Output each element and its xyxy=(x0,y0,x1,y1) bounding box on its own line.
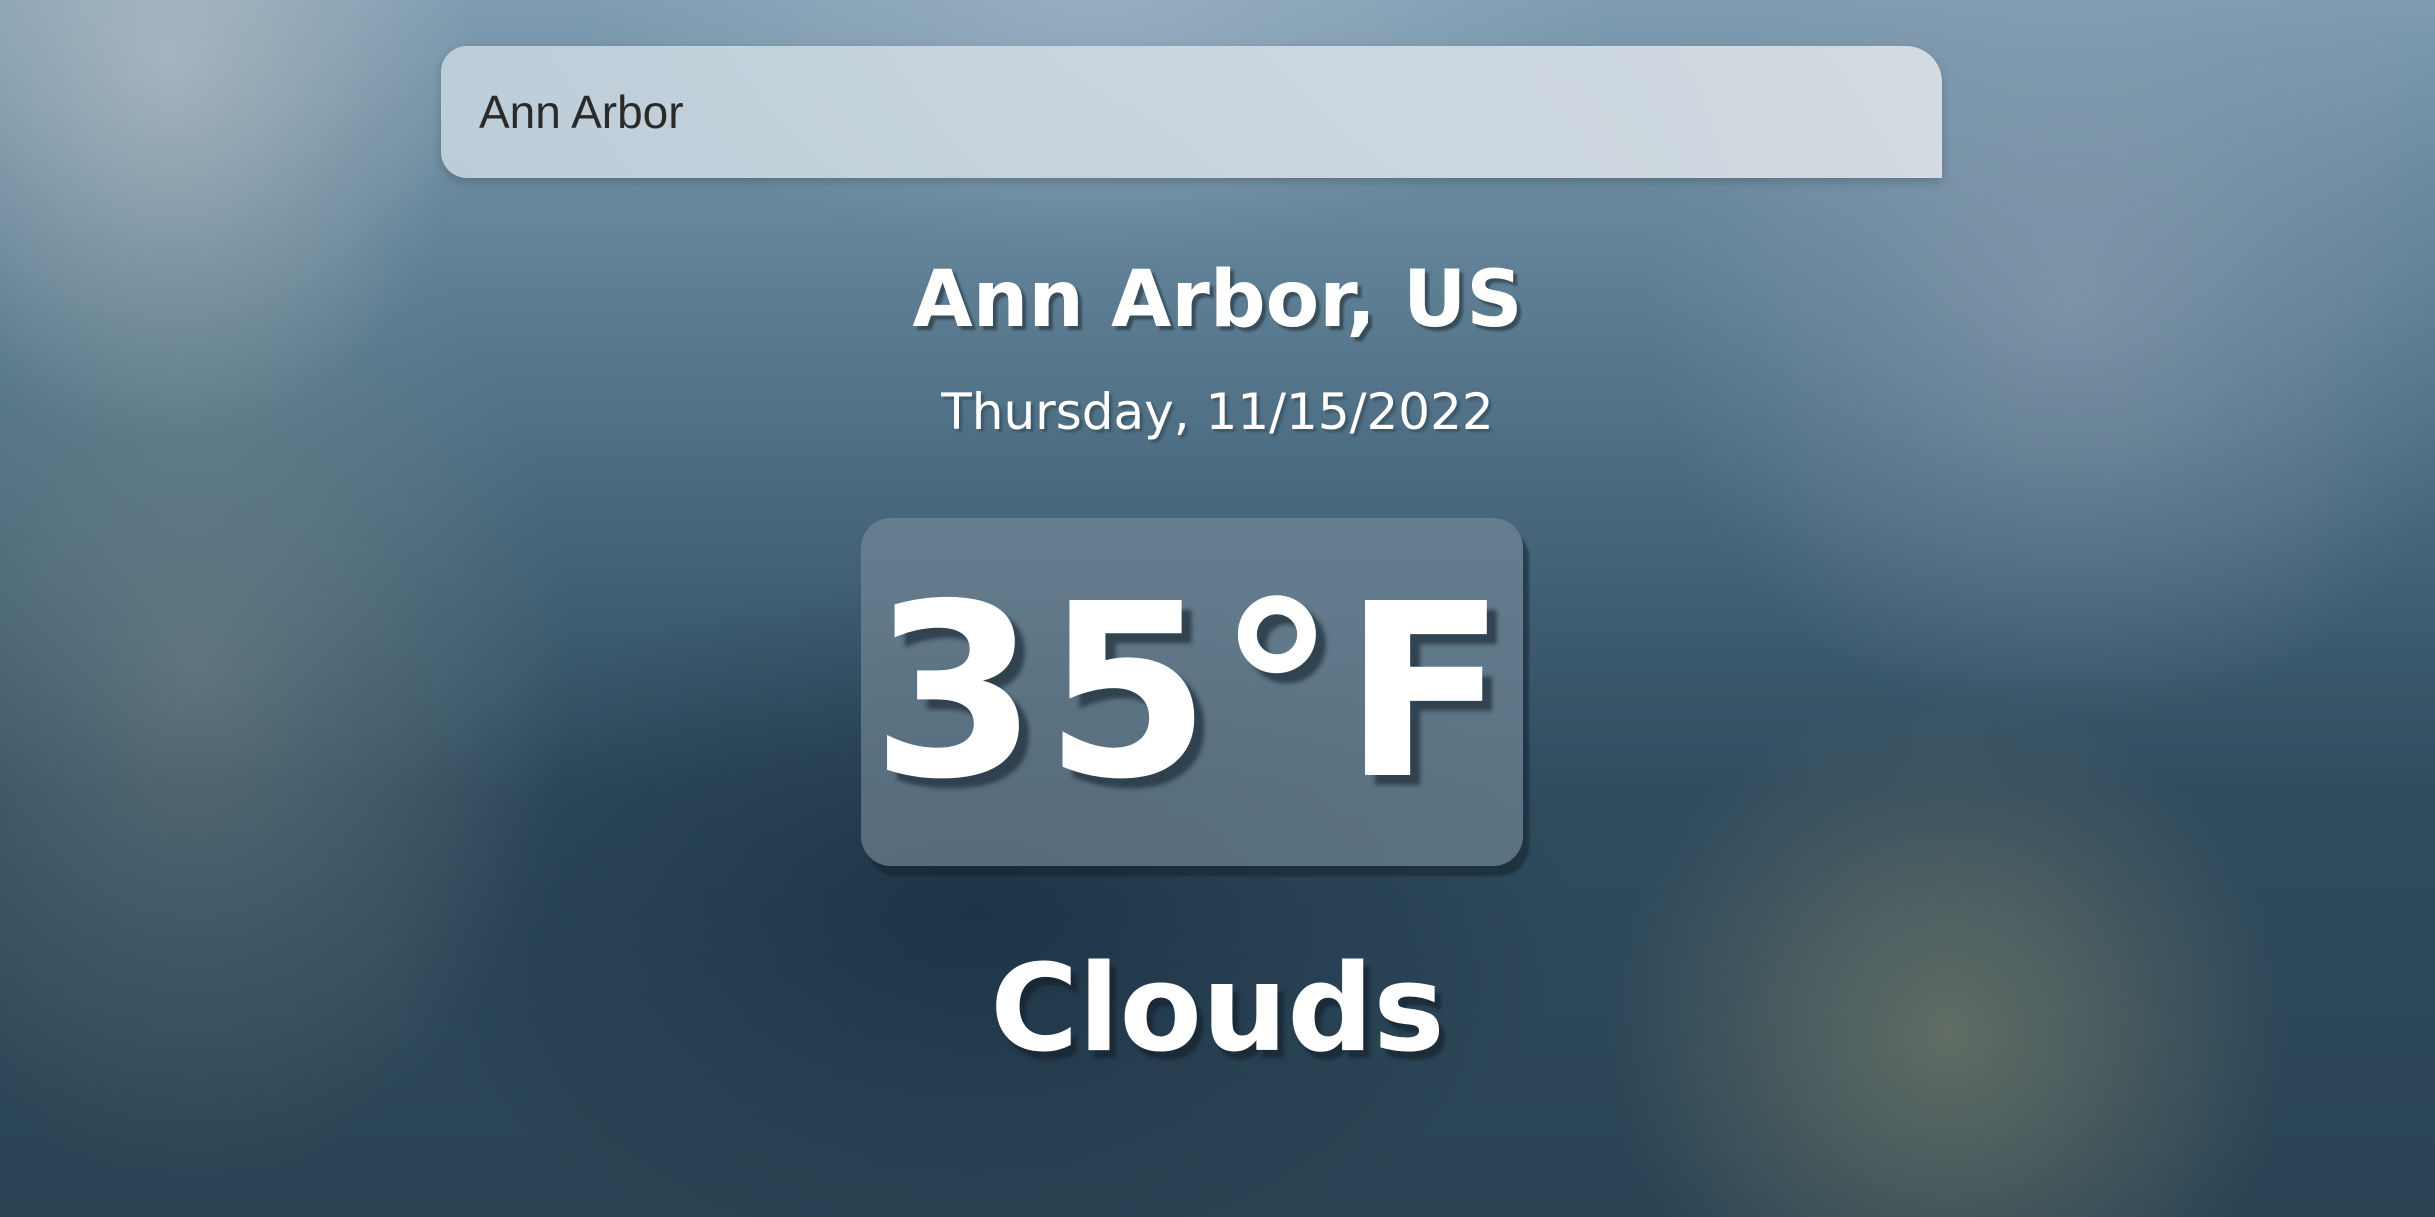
weather-condition: Clouds xyxy=(990,940,1445,1079)
date-label: Thursday, 11/15/2022 xyxy=(941,383,1494,441)
search-bar[interactable] xyxy=(441,46,1942,178)
temperature-box: 35°F xyxy=(861,518,1523,866)
location-title: Ann Arbor, US xyxy=(912,255,1523,345)
search-input[interactable] xyxy=(441,46,1942,178)
temperature-value: 35°F xyxy=(871,552,1513,832)
